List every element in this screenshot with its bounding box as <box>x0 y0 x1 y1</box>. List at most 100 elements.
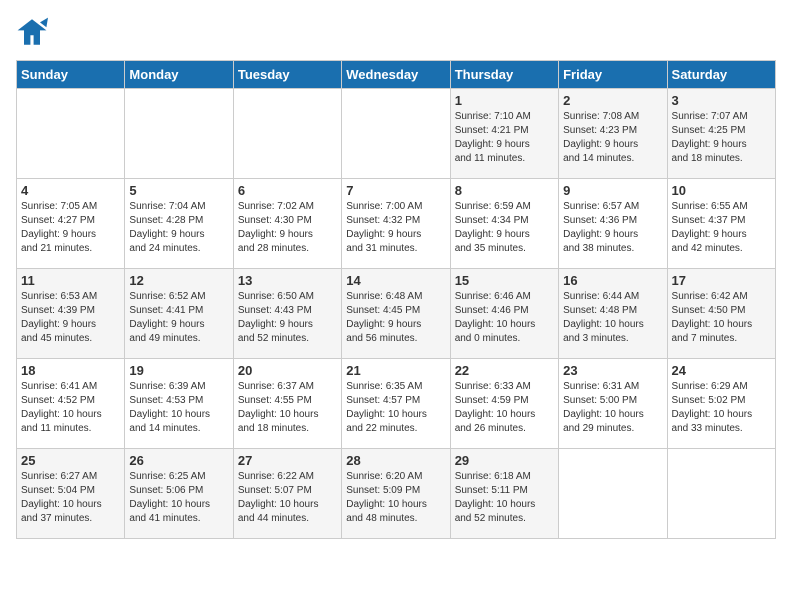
day-number: 27 <box>238 453 337 468</box>
calendar-cell: 1 Sunrise: 7:10 AM Sunset: 4:21 PM Daylig… <box>450 89 558 179</box>
day-number: 6 <box>238 183 337 198</box>
calendar-cell: 14 Sunrise: 6:48 AM Sunset: 4:45 PM Dayli… <box>342 269 450 359</box>
calendar-cell: 28 Sunrise: 6:20 AM Sunset: 5:09 PM Dayli… <box>342 449 450 539</box>
calendar-cell: 29 Sunrise: 6:18 AM Sunset: 5:11 PM Dayli… <box>450 449 558 539</box>
calendar-week-4: 18 Sunrise: 6:41 AM Sunset: 4:52 PM Dayli… <box>17 359 776 449</box>
day-number: 23 <box>563 363 662 378</box>
calendar-cell: 10 Sunrise: 6:55 AM Sunset: 4:37 PM Dayli… <box>667 179 775 269</box>
weekday-header-saturday: Saturday <box>667 61 775 89</box>
day-number: 26 <box>129 453 228 468</box>
day-info: Sunrise: 6:29 AM Sunset: 5:02 PM Dayligh… <box>672 380 771 436</box>
calendar-cell: 2Sunrise: 7:08 AM Sunset: 4:23 PM Daylig… <box>559 89 667 179</box>
calendar-cell: 22 Sunrise: 6:33 AM Sunset: 4:59 PM Dayli… <box>450 359 558 449</box>
day-info: Sunrise: 7:00 AM Sunset: 4:32 PM Dayligh… <box>346 200 445 256</box>
day-info: Sunrise: 6:41 AM Sunset: 4:52 PM Dayligh… <box>21 380 120 436</box>
day-number: 9 <box>563 183 662 198</box>
calendar-cell: 26 Sunrise: 6:25 AM Sunset: 5:06 PM Dayli… <box>125 449 233 539</box>
calendar-cell: 9 Sunrise: 6:57 AM Sunset: 4:36 PM Daylig… <box>559 179 667 269</box>
day-number: 15 <box>455 273 554 288</box>
weekday-header-sunday: Sunday <box>17 61 125 89</box>
day-info: Sunrise: 6:48 AM Sunset: 4:45 PM Dayligh… <box>346 290 445 346</box>
day-info: Sunrise: 6:20 AM Sunset: 5:09 PM Dayligh… <box>346 470 445 526</box>
day-info: Sunrise: 6:35 AM Sunset: 4:57 PM Dayligh… <box>346 380 445 436</box>
calendar-cell: 17 Sunrise: 6:42 AM Sunset: 4:50 PM Dayli… <box>667 269 775 359</box>
day-number: 7 <box>346 183 445 198</box>
calendar-cell: 25 Sunrise: 6:27 AM Sunset: 5:04 PM Dayli… <box>17 449 125 539</box>
day-info: Sunrise: 6:39 AM Sunset: 4:53 PM Dayligh… <box>129 380 228 436</box>
day-info: Sunrise: 6:57 AM Sunset: 4:36 PM Dayligh… <box>563 200 662 256</box>
day-info: Sunrise: 6:31 AM Sunset: 5:00 PM Dayligh… <box>563 380 662 436</box>
calendar-cell: 12Sunrise: 6:52 AM Sunset: 4:41 PM Dayli… <box>125 269 233 359</box>
calendar-cell <box>233 89 341 179</box>
calendar-cell: 8 Sunrise: 6:59 AM Sunset: 4:34 PM Daylig… <box>450 179 558 269</box>
day-number: 1 <box>455 93 554 108</box>
calendar-cell <box>125 89 233 179</box>
day-info: Sunrise: 6:59 AM Sunset: 4:34 PM Dayligh… <box>455 200 554 256</box>
day-info: Sunrise: 6:55 AM Sunset: 4:37 PM Dayligh… <box>672 200 771 256</box>
calendar-cell: 7 Sunrise: 7:00 AM Sunset: 4:32 PM Daylig… <box>342 179 450 269</box>
calendar-cell: 6 Sunrise: 7:02 AM Sunset: 4:30 PM Daylig… <box>233 179 341 269</box>
calendar-cell: 15 Sunrise: 6:46 AM Sunset: 4:46 PM Dayli… <box>450 269 558 359</box>
day-info: Sunrise: 6:27 AM Sunset: 5:04 PM Dayligh… <box>21 470 120 526</box>
calendar-body: 1 Sunrise: 7:10 AM Sunset: 4:21 PM Daylig… <box>17 89 776 539</box>
calendar-cell: 5Sunrise: 7:04 AM Sunset: 4:28 PM Daylig… <box>125 179 233 269</box>
logo-icon <box>16 16 48 48</box>
day-number: 8 <box>455 183 554 198</box>
day-number: 19 <box>129 363 228 378</box>
day-info: Sunrise: 7:02 AM Sunset: 4:30 PM Dayligh… <box>238 200 337 256</box>
calendar-week-3: 11 Sunrise: 6:53 AM Sunset: 4:39 PM Dayli… <box>17 269 776 359</box>
day-info: Sunrise: 6:44 AM Sunset: 4:48 PM Dayligh… <box>563 290 662 346</box>
weekday-header-thursday: Thursday <box>450 61 558 89</box>
calendar-cell: 21Sunrise: 6:35 AM Sunset: 4:57 PM Dayli… <box>342 359 450 449</box>
day-number: 10 <box>672 183 771 198</box>
day-number: 28 <box>346 453 445 468</box>
day-number: 11 <box>21 273 120 288</box>
day-number: 17 <box>672 273 771 288</box>
weekday-header-row: SundayMondayTuesdayWednesdayThursdayFrid… <box>17 61 776 89</box>
calendar-cell: 27 Sunrise: 6:22 AM Sunset: 5:07 PM Dayli… <box>233 449 341 539</box>
calendar-cell: 3 Sunrise: 7:07 AM Sunset: 4:25 PM Daylig… <box>667 89 775 179</box>
calendar-cell: 19 Sunrise: 6:39 AM Sunset: 4:53 PM Dayli… <box>125 359 233 449</box>
calendar-cell: 4 Sunrise: 7:05 AM Sunset: 4:27 PM Daylig… <box>17 179 125 269</box>
day-info: Sunrise: 6:37 AM Sunset: 4:55 PM Dayligh… <box>238 380 337 436</box>
day-info: Sunrise: 6:33 AM Sunset: 4:59 PM Dayligh… <box>455 380 554 436</box>
day-number: 4 <box>21 183 120 198</box>
day-number: 29 <box>455 453 554 468</box>
day-number: 16 <box>563 273 662 288</box>
calendar-cell <box>667 449 775 539</box>
day-info: Sunrise: 6:42 AM Sunset: 4:50 PM Dayligh… <box>672 290 771 346</box>
weekday-header-tuesday: Tuesday <box>233 61 341 89</box>
calendar-cell: 20 Sunrise: 6:37 AM Sunset: 4:55 PM Dayli… <box>233 359 341 449</box>
day-info: Sunrise: 6:52 AM Sunset: 4:41 PM Dayligh… <box>129 290 228 346</box>
calendar-cell <box>559 449 667 539</box>
day-number: 24 <box>672 363 771 378</box>
day-info: Sunrise: 6:18 AM Sunset: 5:11 PM Dayligh… <box>455 470 554 526</box>
day-info: Sunrise: 6:22 AM Sunset: 5:07 PM Dayligh… <box>238 470 337 526</box>
day-number: 20 <box>238 363 337 378</box>
day-number: 25 <box>21 453 120 468</box>
day-info: Sunrise: 6:25 AM Sunset: 5:06 PM Dayligh… <box>129 470 228 526</box>
day-number: 3 <box>672 93 771 108</box>
day-info: Sunrise: 7:08 AM Sunset: 4:23 PM Dayligh… <box>563 110 662 166</box>
weekday-header-wednesday: Wednesday <box>342 61 450 89</box>
day-info: Sunrise: 6:50 AM Sunset: 4:43 PM Dayligh… <box>238 290 337 346</box>
day-number: 14 <box>346 273 445 288</box>
calendar-cell: 23 Sunrise: 6:31 AM Sunset: 5:00 PM Dayli… <box>559 359 667 449</box>
calendar-cell: 24 Sunrise: 6:29 AM Sunset: 5:02 PM Dayli… <box>667 359 775 449</box>
calendar-cell: 11 Sunrise: 6:53 AM Sunset: 4:39 PM Dayli… <box>17 269 125 359</box>
day-info: Sunrise: 6:53 AM Sunset: 4:39 PM Dayligh… <box>21 290 120 346</box>
calendar-cell <box>17 89 125 179</box>
calendar-table: SundayMondayTuesdayWednesdayThursdayFrid… <box>16 60 776 539</box>
day-number: 18 <box>21 363 120 378</box>
calendar-cell: 16 Sunrise: 6:44 AM Sunset: 4:48 PM Dayli… <box>559 269 667 359</box>
day-info: Sunrise: 6:46 AM Sunset: 4:46 PM Dayligh… <box>455 290 554 346</box>
day-info: Sunrise: 7:07 AM Sunset: 4:25 PM Dayligh… <box>672 110 771 166</box>
calendar-week-2: 4 Sunrise: 7:05 AM Sunset: 4:27 PM Daylig… <box>17 179 776 269</box>
day-info: Sunrise: 7:05 AM Sunset: 4:27 PM Dayligh… <box>21 200 120 256</box>
calendar-cell: 18 Sunrise: 6:41 AM Sunset: 4:52 PM Dayli… <box>17 359 125 449</box>
logo <box>16 16 52 48</box>
day-number: 22 <box>455 363 554 378</box>
day-info: Sunrise: 7:10 AM Sunset: 4:21 PM Dayligh… <box>455 110 554 166</box>
weekday-header-monday: Monday <box>125 61 233 89</box>
calendar-cell: 13Sunrise: 6:50 AM Sunset: 4:43 PM Dayli… <box>233 269 341 359</box>
